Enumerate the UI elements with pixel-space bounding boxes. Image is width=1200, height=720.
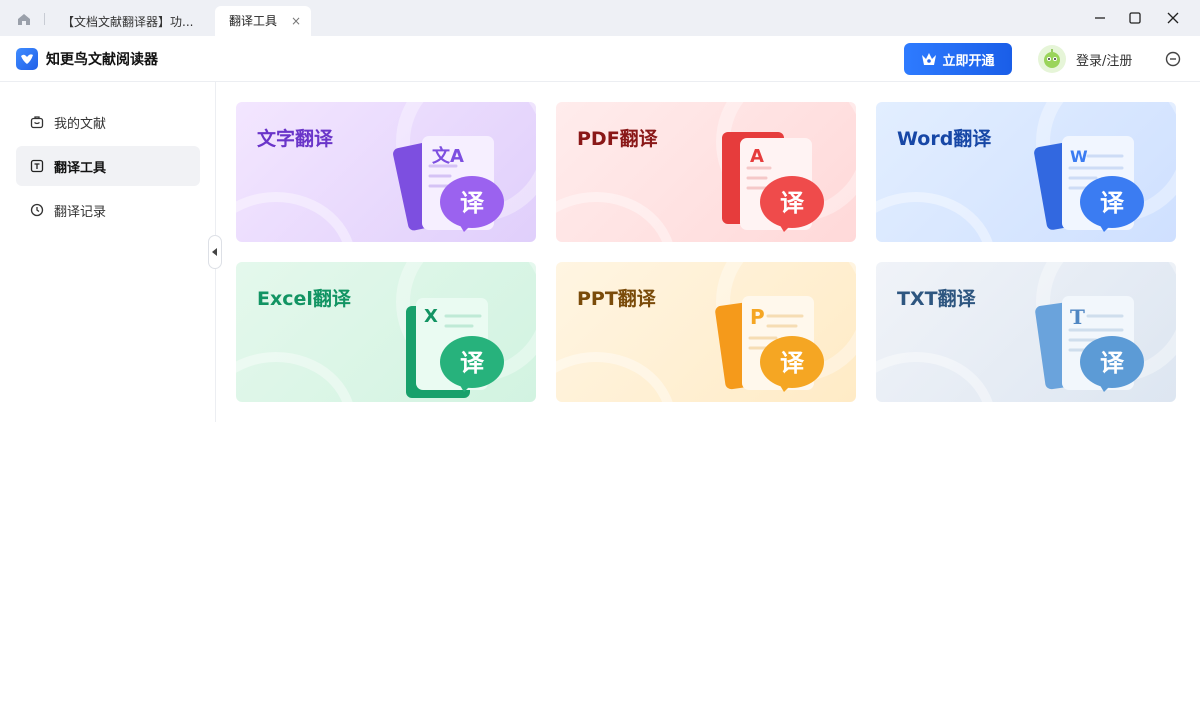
card-decoration [236, 352, 356, 402]
card-word-translation[interactable]: Word翻译 W 译 [876, 102, 1176, 242]
card-decoration [876, 352, 996, 402]
caret-left-icon [212, 248, 217, 256]
txt-translate-icon: T 译 [1035, 296, 1144, 392]
card-badge: 译 [1100, 349, 1125, 377]
card-title: 文字翻译 [257, 128, 334, 150]
card-badge: 译 [460, 189, 485, 217]
translate-tool-icon [30, 159, 44, 173]
card-letter: X [424, 306, 438, 327]
card-letter: P [750, 305, 765, 329]
card-title: Excel翻译 [257, 288, 351, 310]
card-badge: 译 [460, 349, 485, 377]
card-badge: 译 [780, 189, 805, 217]
pdf-translate-icon: A 译 [722, 132, 824, 232]
sidebar-item-label: 翻译记录 [54, 204, 107, 220]
sidebar-item-label: 翻译工具 [54, 160, 107, 176]
card-title: PDF翻译 [577, 128, 658, 150]
collapse-sidebar-button[interactable] [208, 235, 222, 269]
settings-icon[interactable] [1164, 50, 1182, 68]
card-title: TXT翻译 [897, 288, 976, 310]
title-bar: 【文档文献翻译器】功... 翻译工具 × [0, 0, 1200, 36]
card-title: PPT翻译 [577, 288, 656, 310]
close-icon[interactable]: × [291, 6, 301, 36]
card-badge: 译 [780, 349, 805, 377]
card-letter: A [750, 146, 764, 167]
card-decoration [556, 352, 676, 402]
sidebar: 我的文献 翻译工具 翻译记录 [0, 82, 216, 422]
sidebar-item-my-documents[interactable]: 我的文献 [16, 102, 200, 142]
card-badge: 译 [1100, 189, 1125, 217]
card-txt-translation[interactable]: TXT翻译 T 译 [876, 262, 1176, 402]
login-register-link[interactable]: 登录/注册 [1076, 50, 1132, 69]
close-window-button[interactable] [1158, 6, 1188, 30]
app-title: 知更鸟文献阅读器 [46, 52, 158, 68]
home-icon[interactable] [12, 9, 36, 29]
tab-document-translator[interactable]: 【文档文献翻译器】功... [56, 8, 206, 36]
sidebar-item-translation-tools[interactable]: 翻译工具 [16, 146, 200, 186]
minimize-button[interactable] [1085, 6, 1115, 30]
vip-button-label: 立即开通 [942, 53, 995, 69]
app-header: 知更鸟文献阅读器 立即开通 登录/注册 [0, 36, 1200, 82]
text-translate-icon: 文A 译 [393, 136, 504, 232]
sidebar-item-translation-history[interactable]: 翻译记录 [16, 190, 200, 230]
word-translate-icon: W 译 [1034, 136, 1144, 232]
tab-translation-tools[interactable]: 翻译工具 × [215, 6, 311, 36]
card-title: Word翻译 [897, 128, 992, 150]
card-letter: 文A [432, 145, 464, 167]
tab-label: 翻译工具 [229, 14, 278, 28]
vip-activate-button[interactable]: 立即开通 [904, 43, 1012, 75]
card-letter: T [1070, 305, 1085, 329]
card-letter: W [1070, 147, 1088, 166]
tab-label: 【文档文献翻译器】功... [62, 15, 194, 29]
crown-icon [922, 53, 937, 65]
clock-icon [30, 203, 44, 217]
sidebar-item-label: 我的文献 [54, 116, 107, 132]
card-decoration [876, 192, 996, 242]
card-decoration [556, 192, 676, 242]
card-decoration [236, 192, 356, 242]
card-text-translation[interactable]: 文字翻译 文A 译 [236, 102, 536, 242]
card-excel-translation[interactable]: Excel翻译 X 译 [236, 262, 536, 402]
ppt-translate-icon: P 译 [715, 296, 824, 392]
maximize-button[interactable] [1120, 6, 1150, 30]
app-logo-icon [16, 48, 38, 70]
excel-translate-icon: X 译 [406, 298, 504, 398]
tab-separator [44, 13, 45, 25]
card-ppt-translation[interactable]: PPT翻译 P 译 [556, 262, 856, 402]
card-pdf-translation[interactable]: PDF翻译 A 译 [556, 102, 856, 242]
bag-icon [30, 116, 44, 129]
avatar[interactable] [1038, 45, 1066, 73]
